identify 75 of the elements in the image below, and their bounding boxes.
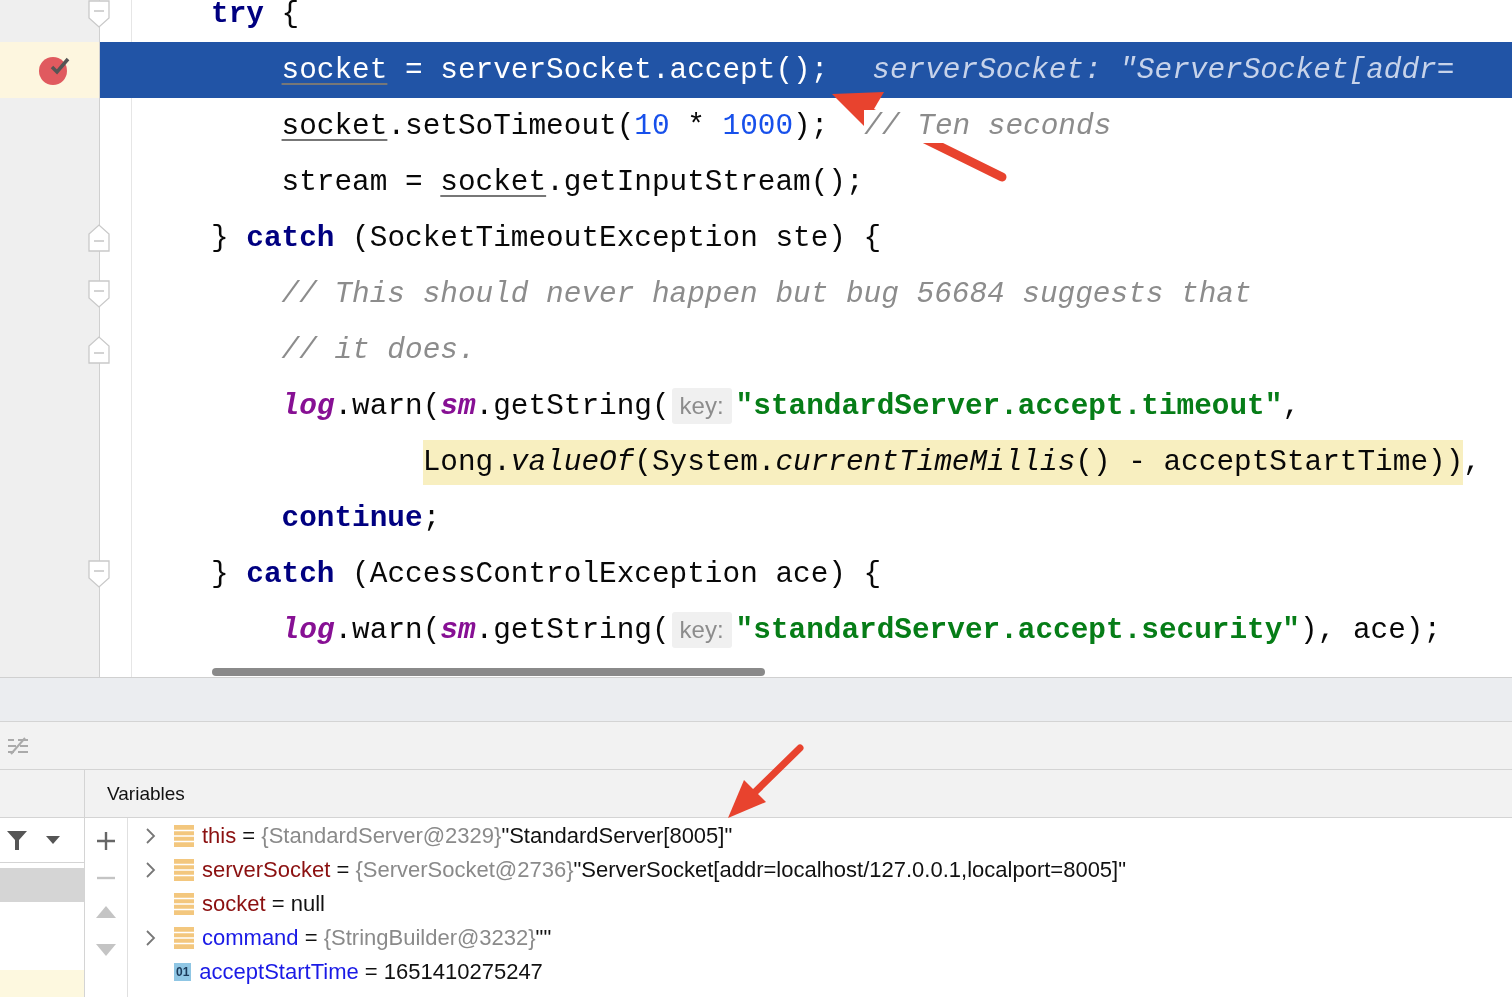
scrollbar-thumb[interactable] [212,668,765,676]
caret-icon[interactable] [46,836,60,844]
string-literal: "standardServer.accept.security" [735,613,1300,647]
variable-entry[interactable]: serverSocket = {ServerSocket@2736}"ServerSocket[addr=localhost/127.0.0.1,localport=8005]" [202,857,1127,883]
fold-marker-icon[interactable] [88,280,110,308]
variable-entry[interactable]: this = {StandardServer@2329}"StandardServer[8005]" [202,823,733,849]
code-comment: // it does. [281,333,476,367]
code-text: , [1463,445,1481,479]
expand-chevron-icon[interactable] [146,862,156,878]
code-text: ; [422,501,441,535]
code-text: .getString( [475,613,670,647]
field-reference: sm [440,389,476,423]
code-text: , [1282,389,1300,423]
code-text: () - acceptStartTime)) [1075,439,1464,485]
object-icon [174,825,194,847]
object-icon [174,927,194,949]
code-text: = serverSocket.accept(); [404,53,829,87]
expand-chevron-icon[interactable] [146,930,156,946]
code-text: .getString( [475,389,670,423]
inline-value: serverSocket: "ServerSocket[addr= [872,53,1455,87]
keyword: catch [246,557,335,591]
code-text: ); [793,109,829,143]
code-text: ), ace); [1300,613,1442,647]
variable-entry[interactable]: command = {StringBuilder@3232}"" [202,925,552,951]
filter-icon[interactable] [6,829,28,851]
variable-name: socket [281,109,388,143]
variable-name: socket [440,165,547,199]
number-literal: 1000 [722,109,794,143]
up-icon[interactable] [96,906,116,918]
code-comment: // Ten seconds [864,109,1112,143]
field-reference: log [281,389,335,423]
panel-title: Variables [107,782,185,805]
minus-icon[interactable] [97,876,115,880]
code-text: .setSoTimeout( [387,109,635,143]
keyword: try [211,0,264,31]
fold-marker-icon[interactable] [88,560,110,588]
code-text: * [686,109,706,143]
down-icon[interactable] [96,944,116,956]
splitter-bar[interactable] [0,678,1512,722]
method-name: currentTimeMillis [775,439,1076,485]
code-text: (System. [634,439,776,485]
layout-settings-icon[interactable] [7,736,29,755]
code-text: .warn( [334,389,441,423]
variable-entry[interactable]: acceptStartTime = 1651410275247 [199,959,543,985]
field-reference: log [281,613,335,647]
code-text: } [211,221,230,255]
parameter-hint: key: [671,388,732,424]
code-text: (AccessControlException ace) { [351,557,882,591]
code-text: .getInputStream(); [546,165,864,199]
keyword: continue [281,501,423,535]
expand-chevron-icon[interactable] [146,828,156,844]
variable-entry[interactable]: socket = null [202,891,325,917]
selected-frame-row[interactable] [0,868,84,902]
frame-row[interactable] [0,970,84,997]
code-text: Long. [422,439,511,485]
string-literal: "standardServer.accept.timeout" [735,389,1283,423]
code-comment: // This should never happen but bug 56684 suggests that [281,277,1252,311]
code-text: } [211,557,230,591]
method-name: valueOf [510,439,635,485]
code-text: stream = [281,165,424,199]
fold-marker-icon[interactable] [88,336,110,364]
code-text: { [280,0,300,31]
code-text: (SocketTimeoutException ste) { [351,221,882,255]
keyword: catch [246,221,335,255]
plus-icon[interactable] [97,832,115,850]
field-reference: sm [440,613,476,647]
fold-marker-icon[interactable] [88,0,110,28]
fold-marker-icon[interactable] [88,224,110,252]
number-literal: 10 [634,109,670,143]
variable-name: socket [281,53,388,87]
object-icon [174,893,194,915]
primitive-icon: 01 [174,963,192,981]
code-text: .warn( [334,613,441,647]
object-icon [174,859,194,881]
parameter-hint: key: [671,612,732,648]
